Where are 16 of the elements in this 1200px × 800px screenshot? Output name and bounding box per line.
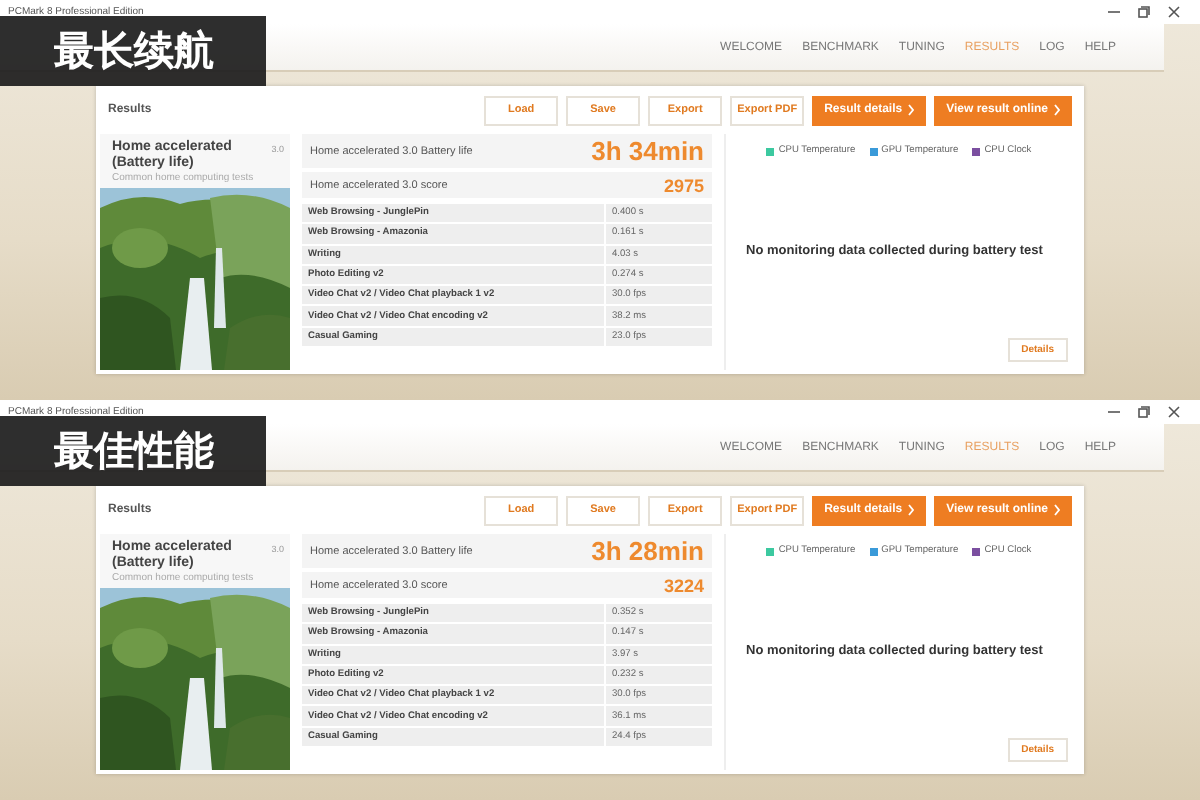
score-value: 3224 — [663, 575, 704, 595]
caption-text: 最长续航 — [54, 24, 214, 78]
restore-icon[interactable] — [1138, 6, 1150, 18]
chevron-icon — [908, 104, 915, 116]
chevron-icon — [908, 504, 915, 516]
close-icon[interactable] — [1168, 6, 1180, 18]
minimize-icon[interactable] — [1108, 6, 1120, 18]
caption-text: 最佳性能 — [54, 424, 214, 478]
score-value: 2975 — [663, 175, 704, 195]
chevron-icon — [1054, 104, 1060, 116]
chevron-icon — [1054, 504, 1060, 516]
battery-life-value: 3h 28min — [591, 536, 704, 566]
battery-life-value: 3h 34min — [591, 136, 704, 166]
close-icon[interactable] — [1168, 406, 1180, 418]
restore-icon[interactable] — [1138, 406, 1150, 418]
minimize-icon[interactable] — [1108, 406, 1120, 418]
